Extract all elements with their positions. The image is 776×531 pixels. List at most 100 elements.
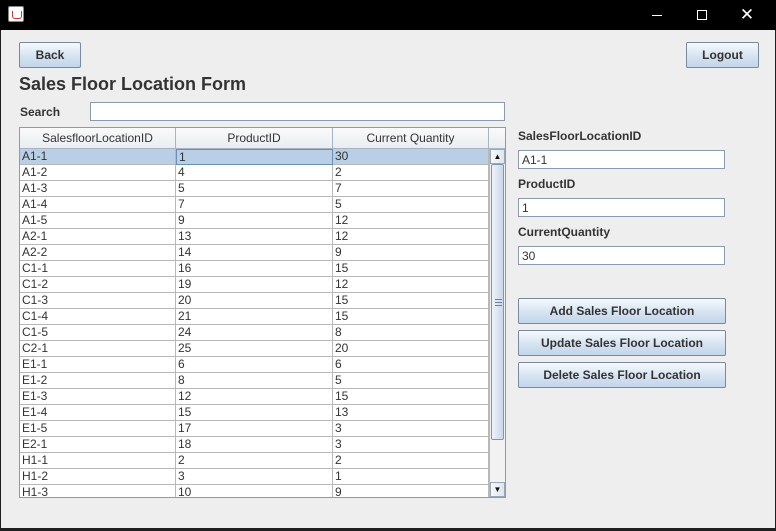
table-cell[interactable]: 1 <box>176 149 333 165</box>
table-row[interactable]: A1-2 4 2 <box>20 165 489 181</box>
table-cell[interactable]: 12 <box>333 213 489 229</box>
product-id-field[interactable] <box>518 198 725 217</box>
table-cell[interactable]: 15 <box>333 309 489 325</box>
table-cell[interactable]: C2-1 <box>20 341 176 357</box>
table-row[interactable]: E1-3 12 15 <box>20 389 489 405</box>
table-cell[interactable]: 19 <box>176 277 333 293</box>
table-row[interactable]: E1-4 15 13 <box>20 405 489 421</box>
table-cell[interactable]: 20 <box>333 341 489 357</box>
delete-location-button[interactable]: Delete Sales Floor Location <box>518 362 726 388</box>
scroll-down-arrow-icon[interactable]: ▼ <box>490 482 505 497</box>
table-row[interactable]: A1-3 5 7 <box>20 181 489 197</box>
table-row[interactable]: C1-3 20 15 <box>20 293 489 309</box>
table-cell[interactable]: 15 <box>333 293 489 309</box>
table-cell[interactable]: 10 <box>176 485 333 497</box>
table-cell[interactable]: 13 <box>176 229 333 245</box>
table-cell[interactable]: 2 <box>333 453 489 469</box>
table-cell[interactable]: 15 <box>333 261 489 277</box>
table-cell[interactable]: C1-2 <box>20 277 176 293</box>
table-cell[interactable]: 9 <box>333 485 489 497</box>
table-cell[interactable]: 17 <box>176 421 333 437</box>
table-cell[interactable]: 21 <box>176 309 333 325</box>
table-cell[interactable]: 6 <box>333 357 489 373</box>
table-cell[interactable]: 18 <box>176 437 333 453</box>
table-cell[interactable]: 4 <box>176 165 333 181</box>
table-cell[interactable]: A1-5 <box>20 213 176 229</box>
update-location-button[interactable]: Update Sales Floor Location <box>518 330 726 356</box>
table-row[interactable]: C1-4 21 15 <box>20 309 489 325</box>
column-header-location-id[interactable]: SalesfloorLocationID <box>20 128 176 149</box>
table-cell[interactable]: E1-1 <box>20 357 176 373</box>
table-cell[interactable]: 24 <box>176 325 333 341</box>
logout-button[interactable]: Logout <box>686 42 759 68</box>
scrollbar-thumb[interactable] <box>491 164 504 440</box>
table-cell[interactable]: 14 <box>176 245 333 261</box>
table-cell[interactable]: 30 <box>333 149 489 165</box>
table-row[interactable]: A1-4 7 5 <box>20 197 489 213</box>
table-cell[interactable]: 3 <box>333 437 489 453</box>
table-cell[interactable]: 12 <box>333 277 489 293</box>
table-cell[interactable]: 16 <box>176 261 333 277</box>
table-cell[interactable]: E1-2 <box>20 373 176 389</box>
table-row[interactable]: C2-1 25 20 <box>20 341 489 357</box>
table-cell[interactable]: 7 <box>333 181 489 197</box>
table-cell[interactable]: 2 <box>333 165 489 181</box>
table-cell[interactable]: 9 <box>333 245 489 261</box>
table-cell[interactable]: 6 <box>176 357 333 373</box>
search-input[interactable] <box>90 102 505 121</box>
table-cell[interactable]: C1-1 <box>20 261 176 277</box>
scroll-up-arrow-icon[interactable]: ▲ <box>490 149 505 164</box>
table-cell[interactable]: 20 <box>176 293 333 309</box>
minimize-button[interactable] <box>634 0 680 30</box>
table-cell[interactable]: A2-1 <box>20 229 176 245</box>
location-id-field[interactable] <box>518 150 725 169</box>
table-cell[interactable]: 12 <box>176 389 333 405</box>
table-cell[interactable]: A1-1 <box>20 149 176 165</box>
table-cell[interactable]: 15 <box>176 405 333 421</box>
table-row[interactable]: C1-1 16 15 <box>20 261 489 277</box>
column-header-current-quantity[interactable]: Current Quantity <box>333 128 489 149</box>
table-cell[interactable]: E1-5 <box>20 421 176 437</box>
table-row[interactable]: E2-1 18 3 <box>20 437 489 453</box>
table-cell[interactable]: 2 <box>176 453 333 469</box>
table-cell[interactable]: 5 <box>176 181 333 197</box>
table-cell[interactable]: A2-2 <box>20 245 176 261</box>
table-cell[interactable]: 8 <box>333 325 489 341</box>
table-cell[interactable]: C1-3 <box>20 293 176 309</box>
table-cell[interactable]: 5 <box>333 197 489 213</box>
table-cell[interactable]: E1-4 <box>20 405 176 421</box>
table-row[interactable]: H1-2 3 1 <box>20 469 489 485</box>
table-cell[interactable]: H1-2 <box>20 469 176 485</box>
table-scrollbar[interactable]: ▲ ▼ <box>489 149 505 497</box>
maximize-button[interactable] <box>679 0 725 30</box>
table-cell[interactable]: A1-3 <box>20 181 176 197</box>
table-cell[interactable]: H1-3 <box>20 485 176 497</box>
table-cell[interactable]: 25 <box>176 341 333 357</box>
table-row[interactable]: A1-5 9 12 <box>20 213 489 229</box>
table-cell[interactable]: 9 <box>176 213 333 229</box>
table-row[interactable]: E1-2 8 5 <box>20 373 489 389</box>
add-location-button[interactable]: Add Sales Floor Location <box>518 298 726 324</box>
table-cell[interactable]: A1-2 <box>20 165 176 181</box>
table-row[interactable]: A2-1 13 12 <box>20 229 489 245</box>
table-cell[interactable]: 3 <box>333 421 489 437</box>
table-cell[interactable]: 1 <box>333 469 489 485</box>
table-row[interactable]: H1-1 2 2 <box>20 453 489 469</box>
current-quantity-field[interactable] <box>518 246 725 265</box>
table-cell[interactable]: 7 <box>176 197 333 213</box>
table-row[interactable]: E1-5 17 3 <box>20 421 489 437</box>
table-cell[interactable]: C1-4 <box>20 309 176 325</box>
table-row[interactable]: C1-5 24 8 <box>20 325 489 341</box>
table-row[interactable]: E1-1 6 6 <box>20 357 489 373</box>
table-cell[interactable]: 15 <box>333 389 489 405</box>
table-cell[interactable]: 5 <box>333 373 489 389</box>
table-cell[interactable]: 13 <box>333 405 489 421</box>
table-cell[interactable]: E2-1 <box>20 437 176 453</box>
close-button[interactable]: ✕ <box>724 0 770 30</box>
table-cell[interactable]: A1-4 <box>20 197 176 213</box>
table-cell[interactable]: H1-1 <box>20 453 176 469</box>
table-cell[interactable]: 3 <box>176 469 333 485</box>
table-row[interactable]: A1-1 1 30 <box>20 149 489 165</box>
table-row[interactable]: A2-2 14 9 <box>20 245 489 261</box>
table-row[interactable]: H1-3 10 9 <box>20 485 489 497</box>
